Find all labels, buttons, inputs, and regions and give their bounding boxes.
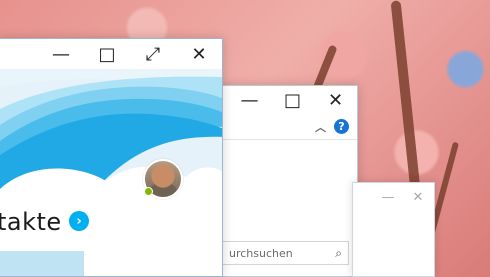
- minimize-icon[interactable]: —: [38, 39, 84, 69]
- explorer-ribbon: ︿ ?: [214, 114, 357, 140]
- help-icon[interactable]: ?: [334, 119, 349, 134]
- search-placeholder: urchsuchen: [229, 246, 293, 260]
- chevron-up-icon[interactable]: ︿: [315, 119, 326, 135]
- maximize-icon[interactable]: □: [84, 39, 130, 69]
- dialog-window: — ✕: [352, 182, 435, 277]
- search-icon[interactable]: ⌕: [335, 246, 342, 261]
- minimize-icon[interactable]: —: [374, 183, 402, 211]
- expand-icon[interactable]: ⤢: [130, 39, 176, 69]
- skype-window: — □ ⤢ ✕ takte ›: [0, 38, 223, 277]
- chevron-right-icon[interactable]: ›: [69, 211, 89, 231]
- avatar[interactable]: [143, 159, 183, 199]
- maximize-icon[interactable]: □: [271, 86, 314, 114]
- online-status-dot: [144, 187, 153, 196]
- search-input[interactable]: urchsuchen ⌕: [222, 241, 349, 265]
- close-icon[interactable]: ✕: [176, 39, 222, 69]
- cloud-rainbow-art: [0, 76, 222, 214]
- contacts-banner: [0, 69, 222, 214]
- contacts-panel-preview: [0, 251, 84, 276]
- explorer-titlebar: — □ ✕: [214, 86, 357, 114]
- explorer-window: — □ ✕ ︿ ? urchsuchen ⌕: [213, 85, 358, 277]
- page-title: takte: [0, 208, 62, 236]
- dialog-titlebar: — ✕: [353, 183, 434, 211]
- close-icon[interactable]: ✕: [404, 183, 432, 211]
- minimize-icon[interactable]: —: [228, 86, 271, 114]
- close-icon[interactable]: ✕: [314, 86, 357, 114]
- skype-titlebar: — □ ⤢ ✕: [0, 39, 222, 69]
